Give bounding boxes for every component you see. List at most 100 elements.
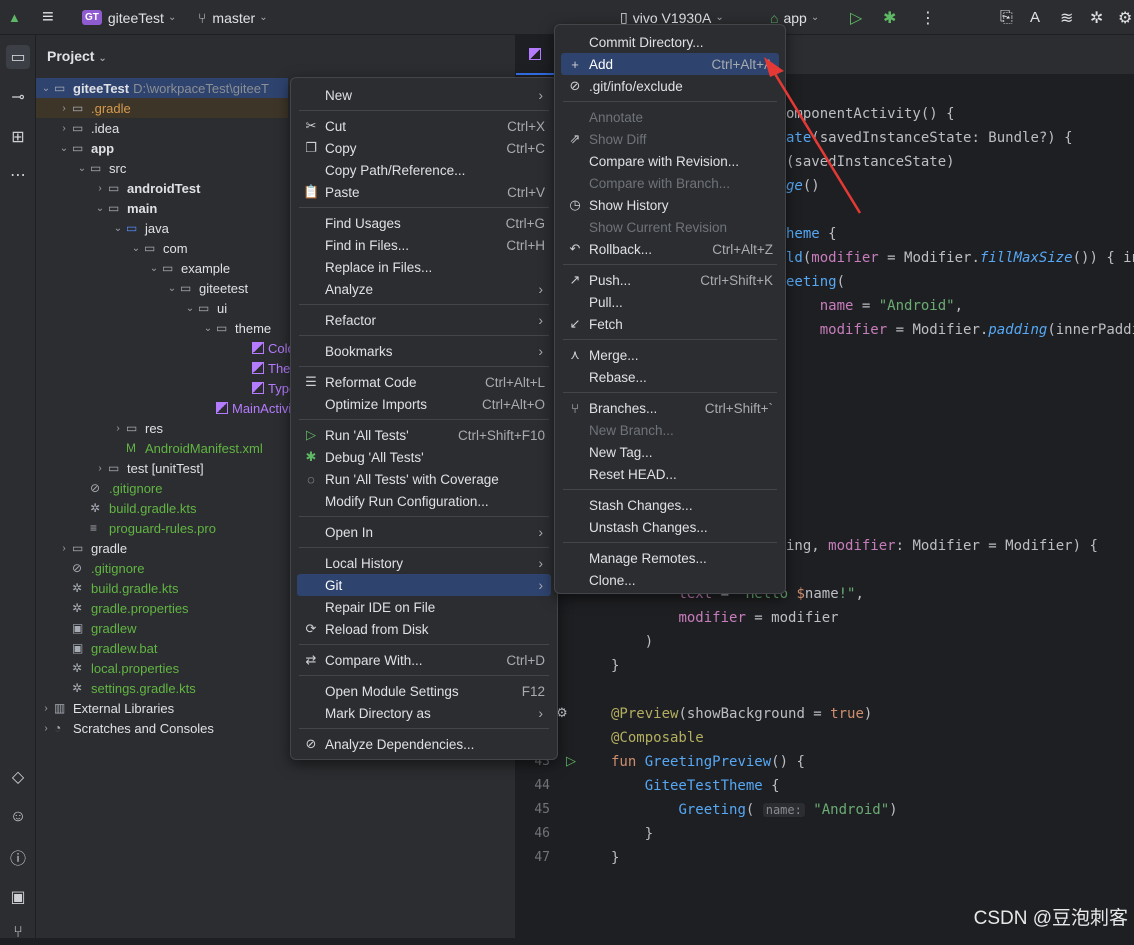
tree-item[interactable]: ▣gradlew.bat xyxy=(58,638,158,658)
menu-item-new[interactable]: New› xyxy=(297,84,551,106)
chevron-right-icon[interactable]: › xyxy=(58,123,70,134)
chevron-right-icon[interactable]: › xyxy=(94,463,106,474)
menu-item-commit-directory[interactable]: Commit Directory... xyxy=(561,31,779,53)
tree-item[interactable]: ⌄▭java xyxy=(112,218,169,238)
chevron-right-icon[interactable]: › xyxy=(40,723,52,734)
code-line[interactable]: eeting( xyxy=(786,270,845,294)
tree-item[interactable]: MAndroidManifest.xml xyxy=(112,438,263,458)
chevron-right-icon[interactable]: › xyxy=(58,543,70,554)
menu-item-optimize-imports[interactable]: Optimize ImportsCtrl+Alt+O xyxy=(297,393,551,415)
commit-tool-icon[interactable]: ⊸ xyxy=(6,85,30,109)
menu-item-modify-run-configuration[interactable]: Modify Run Configuration... xyxy=(297,490,551,512)
tree-item[interactable]: MainActivit xyxy=(202,398,295,418)
menu-item-compare-with-revision[interactable]: Compare with Revision... xyxy=(561,150,779,172)
tree-item[interactable]: ⌄▭src xyxy=(76,158,126,178)
menu-item-reload-from-disk[interactable]: ⟳Reload from Disk xyxy=(297,618,551,640)
code-line[interactable]: heme { xyxy=(786,222,837,246)
menu-item-reformat-code[interactable]: ☰Reformat CodeCtrl+Alt+L xyxy=(297,371,551,393)
main-menu-icon[interactable]: ≡ xyxy=(42,0,54,35)
code-line[interactable]: @Composable xyxy=(611,726,704,750)
code-line[interactable]: @Preview(showBackground = true) xyxy=(611,702,872,726)
more-tools-icon[interactable]: ⋯ xyxy=(6,163,30,187)
menu-item-new-branch[interactable]: New Branch... xyxy=(561,419,779,441)
chevron-right-icon[interactable]: › xyxy=(40,703,52,714)
menu-item-find-usages[interactable]: Find UsagesCtrl+G xyxy=(297,212,551,234)
menu-item-annotate[interactable]: Annotate xyxy=(561,106,779,128)
menu-item-open-module-settings[interactable]: Open Module SettingsF12 xyxy=(297,680,551,702)
tree-item[interactable]: ✲gradle.properties xyxy=(58,598,189,618)
tree-item[interactable]: ›▭.gradle xyxy=(36,98,288,118)
code-line[interactable]: } xyxy=(611,822,653,846)
tree-item[interactable]: ✲settings.gradle.kts xyxy=(58,678,196,698)
menu-item-debug-all-tests[interactable]: ✱Debug 'All Tests' xyxy=(297,446,551,468)
code-line[interactable]: ing, modifier: Modifier = Modifier) { xyxy=(786,534,1098,558)
menu-item-run-all-tests-with-coverage[interactable]: ◌Run 'All Tests' with Coverage xyxy=(297,468,551,490)
menu-item-open-in[interactable]: Open In› xyxy=(297,521,551,543)
branch-selector[interactable]: ⑂ master ⌄ xyxy=(198,0,268,35)
code-line[interactable]: } xyxy=(611,654,619,678)
menu-item-run-all-tests[interactable]: ▷Run 'All Tests'Ctrl+Shift+F10 xyxy=(297,424,551,446)
code-line[interactable]: modifier = Modifier.padding(innerPadding… xyxy=(786,318,1134,342)
tree-item[interactable]: ⌄▭app xyxy=(58,138,114,158)
project-selector[interactable]: GT giteeTest ⌄ xyxy=(82,0,176,35)
tree-item[interactable]: ✲local.properties xyxy=(58,658,179,678)
run-icon[interactable]: ▷ xyxy=(850,0,862,35)
version-control-icon[interactable]: ⑂ xyxy=(6,921,30,945)
menu-item-analyze[interactable]: Analyze› xyxy=(297,278,551,300)
chevron-right-icon[interactable]: › xyxy=(112,423,124,434)
tree-item[interactable]: ›◔Scratches and Consoles xyxy=(40,718,214,738)
menu-item-replace-in-files[interactable]: Replace in Files... xyxy=(297,256,551,278)
tree-item[interactable]: ›▭gradle xyxy=(58,538,127,558)
sdk-manager-icon[interactable]: ✲ xyxy=(1090,0,1103,35)
code-line[interactable]: name = "Android", xyxy=(786,294,963,318)
code-line[interactable]: } xyxy=(611,846,619,870)
menu-item-branches[interactable]: ⑂Branches...Ctrl+Shift+` xyxy=(561,397,779,419)
code-line[interactable]: fun GreetingPreview() { xyxy=(611,750,805,774)
tree-item[interactable]: ⌄▭giteetest xyxy=(166,278,248,298)
tree-item[interactable]: ›▭androidTest xyxy=(94,178,200,198)
chevron-down-icon[interactable]: ⌄ xyxy=(184,303,196,314)
menu-item-paste[interactable]: 📋PasteCtrl+V xyxy=(297,181,551,203)
menu-item-show-diff[interactable]: ⇗Show Diff xyxy=(561,128,779,150)
menu-item-show-history[interactable]: ◷Show History xyxy=(561,194,779,216)
project-tool-icon[interactable]: ▭ xyxy=(6,45,30,69)
tree-item[interactable]: ✲build.gradle.kts xyxy=(76,498,196,518)
menu-item-fetch[interactable]: ↙Fetch xyxy=(561,313,779,335)
menu-item-find-in-files[interactable]: Find in Files...Ctrl+H xyxy=(297,234,551,256)
tree-item[interactable]: ›▭test [unitTest] xyxy=(94,458,204,478)
debug-icon[interactable]: ✱ xyxy=(883,0,896,35)
menu-item-copy[interactable]: ❐CopyCtrl+C xyxy=(297,137,551,159)
tree-item[interactable]: ›▭.idea xyxy=(58,118,119,138)
tree-item[interactable]: ▣gradlew xyxy=(58,618,137,638)
menu-item-repair-ide-on-file[interactable]: Repair IDE on File xyxy=(297,596,551,618)
tree-item[interactable]: ⌄▭giteeTest D:\workpaceTest\giteeT xyxy=(36,78,288,98)
chevron-down-icon[interactable]: ⌄ xyxy=(148,263,160,274)
tree-item[interactable]: ›▭res xyxy=(112,418,163,438)
tree-item[interactable]: ≡proguard-rules.pro xyxy=(76,518,216,538)
code-line[interactable]: modifier = modifier xyxy=(611,606,839,630)
menu-item-bookmarks[interactable]: Bookmarks› xyxy=(297,340,551,362)
structure-tool-icon[interactable]: ⊞ xyxy=(6,125,30,149)
code-line[interactable]: GiteeTestTheme { xyxy=(611,774,780,798)
code-line[interactable]: Greeting( name: "Android") xyxy=(611,798,898,822)
menu-item-clone[interactable]: Clone... xyxy=(561,569,779,591)
chevron-right-icon[interactable]: › xyxy=(94,183,106,194)
logcat-icon[interactable]: ☺ xyxy=(6,805,30,829)
chevron-right-icon[interactable]: › xyxy=(58,103,70,114)
gemini-icon[interactable]: ◇ xyxy=(6,765,30,789)
menu-item-compare-with[interactable]: ⇄Compare With...Ctrl+D xyxy=(297,649,551,671)
menu-item-new-tag[interactable]: New Tag... xyxy=(561,441,779,463)
chevron-down-icon[interactable]: ⌄ xyxy=(202,323,214,334)
menu-item-stash-changes[interactable]: Stash Changes... xyxy=(561,494,779,516)
menu-item-cut[interactable]: ✂CutCtrl+X xyxy=(297,115,551,137)
chevron-down-icon[interactable]: ⌄ xyxy=(166,283,178,294)
run-preview-icon[interactable]: ▷ xyxy=(566,753,576,769)
tree-item[interactable]: ✲build.gradle.kts xyxy=(58,578,178,598)
menu-item-git-info-exclude[interactable]: ⊘.git/info/exclude xyxy=(561,75,779,97)
menu-item-merge[interactable]: ⋏Merge... xyxy=(561,344,779,366)
chevron-down-icon[interactable]: ⌄ xyxy=(94,203,106,214)
menu-item-push[interactable]: ↗Push...Ctrl+Shift+K xyxy=(561,269,779,291)
menu-item-local-history[interactable]: Local History› xyxy=(297,552,551,574)
menu-item-add[interactable]: +AddCtrl+Alt+A xyxy=(561,53,779,75)
code-line[interactable]: ) xyxy=(611,630,653,654)
